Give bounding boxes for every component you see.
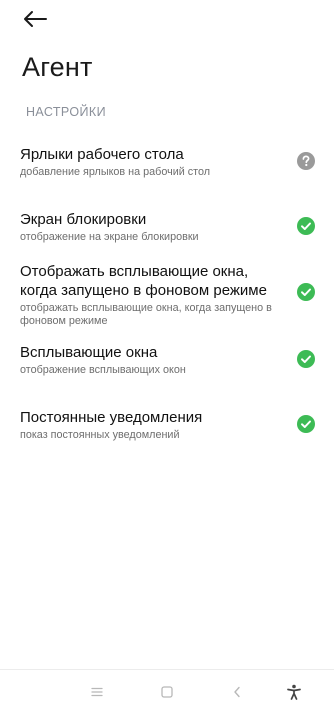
check-circle-icon — [297, 283, 315, 301]
check-circle-icon — [297, 350, 315, 368]
setting-background-popups[interactable]: Отображать всплывающие окна, когда запущ… — [20, 262, 318, 328]
setting-description: добавление ярлыков на рабочий стол — [20, 166, 211, 178]
recents-button[interactable] — [86, 682, 108, 702]
setting-desktop-shortcuts[interactable]: Ярлыки рабочего стола добавление ярлыков… — [20, 145, 318, 179]
home-square-icon — [161, 686, 173, 698]
setting-description: отображение всплывающих окон — [20, 364, 186, 376]
section-header: НАСТРОЙКИ — [26, 105, 106, 119]
page-title: Агент — [22, 52, 93, 82]
question-circle-icon — [297, 152, 315, 170]
setting-description: отображать всплывающие окна, когда запущ… — [20, 302, 272, 327]
accessibility-icon — [287, 684, 301, 700]
menu-icon — [91, 687, 103, 697]
accessibility-button[interactable] — [283, 682, 305, 702]
setting-description: отображение на экране блокировки — [20, 231, 199, 243]
setting-persistent-notifications[interactable]: Постоянные уведомления показ постоянных … — [20, 408, 318, 442]
setting-popups[interactable]: Всплывающие окна отображение всплывающих… — [20, 343, 318, 377]
check-circle-icon — [297, 415, 315, 433]
arrow-left-icon — [24, 11, 47, 27]
setting-title: Всплывающие окна — [20, 344, 158, 361]
setting-description: показ постоянных уведомлений — [20, 429, 180, 441]
setting-title: Постоянные уведомления — [20, 409, 203, 426]
check-circle-icon — [297, 217, 315, 235]
setting-title: Отображать всплывающие окна, когда запущ… — [20, 263, 267, 299]
back-button[interactable] — [22, 6, 52, 32]
setting-lock-screen[interactable]: Экран блокировки отображение на экране б… — [20, 210, 318, 244]
home-button[interactable] — [156, 682, 178, 702]
setting-title: Ярлыки рабочего стола — [20, 146, 184, 163]
setting-title: Экран блокировки — [20, 211, 147, 228]
back-chevron-icon — [234, 686, 240, 698]
back-nav-button[interactable] — [226, 682, 248, 702]
system-nav-bar — [0, 669, 334, 713]
